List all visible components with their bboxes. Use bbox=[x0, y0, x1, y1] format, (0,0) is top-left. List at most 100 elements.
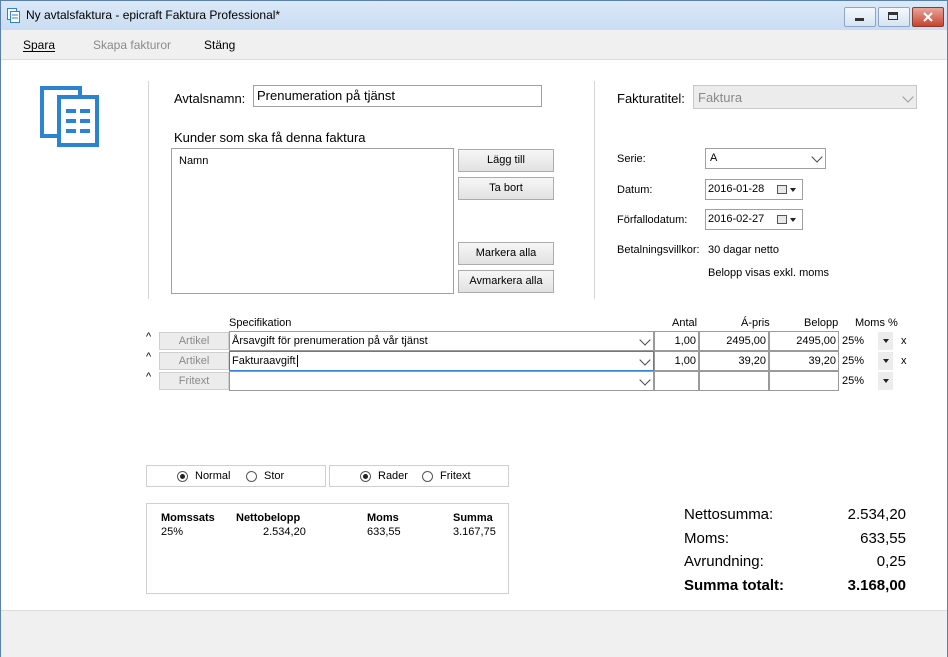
deselect-all-button[interactable]: Avmarkera alla bbox=[458, 270, 554, 293]
due-date-picker[interactable]: 2016-02-27 bbox=[705, 209, 803, 230]
chevron-down-icon[interactable] bbox=[639, 374, 651, 386]
window-title: Ny avtalsfaktura - epicraft Faktura Prof… bbox=[26, 8, 281, 22]
specification-input[interactable]: Fakturaavgift bbox=[229, 351, 654, 371]
chevron-down-icon[interactable] bbox=[639, 334, 651, 346]
amount-input[interactable] bbox=[769, 371, 839, 391]
net-amount-header: Nettobelopp bbox=[236, 512, 301, 524]
radio-large[interactable] bbox=[246, 471, 257, 482]
net-sum-value: 2.534,20 bbox=[847, 506, 906, 523]
col-header-vat: Moms % bbox=[855, 317, 898, 329]
unit-price-input[interactable]: 2495,00 bbox=[699, 331, 769, 351]
calendar-icon[interactable] bbox=[777, 185, 787, 194]
line-type-button[interactable]: Artikel bbox=[159, 332, 229, 350]
size-option-group: Normal Stor bbox=[146, 465, 326, 487]
due-date-label: Förfallodatum: bbox=[617, 214, 688, 226]
vat-dropdown[interactable] bbox=[878, 352, 893, 370]
vat-total-value: 633,55 bbox=[860, 530, 906, 547]
radio-large-label[interactable]: Stor bbox=[264, 470, 284, 482]
quantity-input[interactable]: 1,00 bbox=[654, 331, 699, 351]
line-type-button[interactable]: Fritext bbox=[159, 372, 229, 390]
radio-rows-label[interactable]: Rader bbox=[378, 470, 408, 482]
payment-terms-value: 30 dagar netto bbox=[708, 244, 779, 256]
vat-header: Moms bbox=[367, 512, 399, 524]
rounding-value: 0,25 bbox=[876, 553, 906, 570]
series-value: A bbox=[710, 152, 718, 164]
calendar-icon[interactable] bbox=[777, 215, 787, 224]
menu-create-invoices[interactable]: Skapa fakturor bbox=[93, 38, 171, 52]
select-all-button[interactable]: Markera alla bbox=[458, 242, 554, 265]
menu-close[interactable]: Stäng bbox=[204, 38, 235, 52]
title-bar: Ny avtalsfaktura - epicraft Faktura Prof… bbox=[1, 1, 947, 30]
date-label: Datum: bbox=[617, 184, 653, 196]
due-date-value: 2016-02-27 bbox=[708, 213, 765, 225]
unit-price-input[interactable] bbox=[699, 371, 769, 391]
layout-option-group: Rader Fritext bbox=[329, 465, 509, 487]
chevron-down-icon[interactable] bbox=[639, 354, 651, 366]
close-window-button[interactable] bbox=[912, 7, 944, 27]
date-picker[interactable]: 2016-01-28 bbox=[705, 179, 803, 200]
radio-freetext-label[interactable]: Fritext bbox=[440, 470, 471, 482]
sum-header: Summa bbox=[453, 512, 493, 524]
vat-dropdown[interactable] bbox=[878, 372, 893, 390]
col-header-specification: Specifikation bbox=[229, 317, 292, 329]
radio-freetext[interactable] bbox=[422, 471, 433, 482]
vat-value: 633,55 bbox=[367, 526, 401, 538]
col-header-quantity: Antal bbox=[672, 317, 698, 329]
grand-total-label: Summa totalt: bbox=[684, 577, 785, 594]
vat-value: 25% bbox=[842, 355, 865, 367]
date-value: 2016-01-28 bbox=[708, 183, 765, 195]
quantity-input[interactable] bbox=[654, 371, 699, 391]
specification-input[interactable] bbox=[229, 371, 654, 391]
customers-list[interactable]: Namn bbox=[171, 148, 454, 294]
agreement-name-label: Avtalsnamn: bbox=[174, 91, 246, 106]
minimize-button[interactable] bbox=[844, 7, 876, 27]
payment-terms-label: Betalningsvillkor: bbox=[617, 244, 700, 256]
vat-total-label: Moms: bbox=[684, 530, 729, 547]
vat-value: 25% bbox=[842, 375, 865, 387]
dropdown-arrow-icon bbox=[790, 218, 796, 222]
dropdown-arrow-icon bbox=[883, 379, 889, 383]
series-select[interactable]: A bbox=[705, 148, 826, 169]
chevron-down-icon bbox=[811, 151, 823, 163]
status-bar bbox=[1, 610, 947, 657]
col-header-unit-price: Á-pris bbox=[741, 317, 770, 329]
invoice-title-value: Faktura bbox=[698, 90, 743, 105]
series-label: Serie: bbox=[617, 153, 646, 165]
sum-value: 3.167,75 bbox=[453, 526, 496, 538]
vat-dropdown[interactable] bbox=[878, 332, 893, 350]
radio-normal[interactable] bbox=[177, 471, 188, 482]
specification-value: Årsavgift för prenumeration på vår tjäns… bbox=[232, 335, 428, 347]
divider-left bbox=[148, 81, 149, 299]
amount-input[interactable]: 39,20 bbox=[769, 351, 839, 371]
radio-normal-label[interactable]: Normal bbox=[195, 470, 230, 482]
vat-summary-table: Momssats Nettobelopp Moms Summa 25% 2.53… bbox=[146, 503, 509, 594]
vat-rate-value: 25% bbox=[161, 526, 184, 538]
col-header-amount: Belopp bbox=[804, 317, 839, 329]
radio-rows[interactable] bbox=[360, 471, 371, 482]
amount-input[interactable]: 2495,00 bbox=[769, 331, 839, 351]
app-window: Ny avtalsfaktura - epicraft Faktura Prof… bbox=[0, 0, 948, 657]
unit-price-input[interactable]: 39,20 bbox=[699, 351, 769, 371]
quantity-input[interactable]: 1,00 bbox=[654, 351, 699, 371]
remove-line-button[interactable]: x bbox=[901, 335, 907, 347]
maximize-button[interactable] bbox=[878, 7, 910, 27]
customers-column-header: Namn bbox=[179, 155, 209, 167]
move-up-button[interactable]: ^ bbox=[146, 371, 151, 383]
remove-customer-button[interactable]: Ta bort bbox=[458, 177, 554, 200]
price-note: Belopp visas exkl. moms bbox=[708, 267, 830, 279]
line-type-button[interactable]: Artikel bbox=[159, 352, 229, 370]
net-amount-value: 2.534,20 bbox=[263, 526, 306, 538]
specification-input[interactable]: Årsavgift för prenumeration på vår tjäns… bbox=[229, 331, 654, 351]
invoice-title-select[interactable]: Faktura bbox=[693, 85, 917, 109]
vat-rate-header: Momssats bbox=[161, 512, 215, 524]
net-sum-label: Nettosumma: bbox=[684, 506, 774, 523]
agreement-name-input[interactable]: Prenumeration på tjänst bbox=[253, 85, 542, 107]
add-customer-button[interactable]: Lägg till bbox=[458, 149, 554, 172]
vat-value: 25% bbox=[842, 335, 865, 347]
move-up-button[interactable]: ^ bbox=[146, 351, 151, 363]
remove-line-button[interactable]: x bbox=[901, 355, 907, 367]
move-up-button[interactable]: ^ bbox=[146, 331, 151, 343]
chevron-down-icon bbox=[902, 91, 914, 103]
dropdown-arrow-icon bbox=[790, 188, 796, 192]
menu-save[interactable]: Spara bbox=[23, 38, 55, 52]
